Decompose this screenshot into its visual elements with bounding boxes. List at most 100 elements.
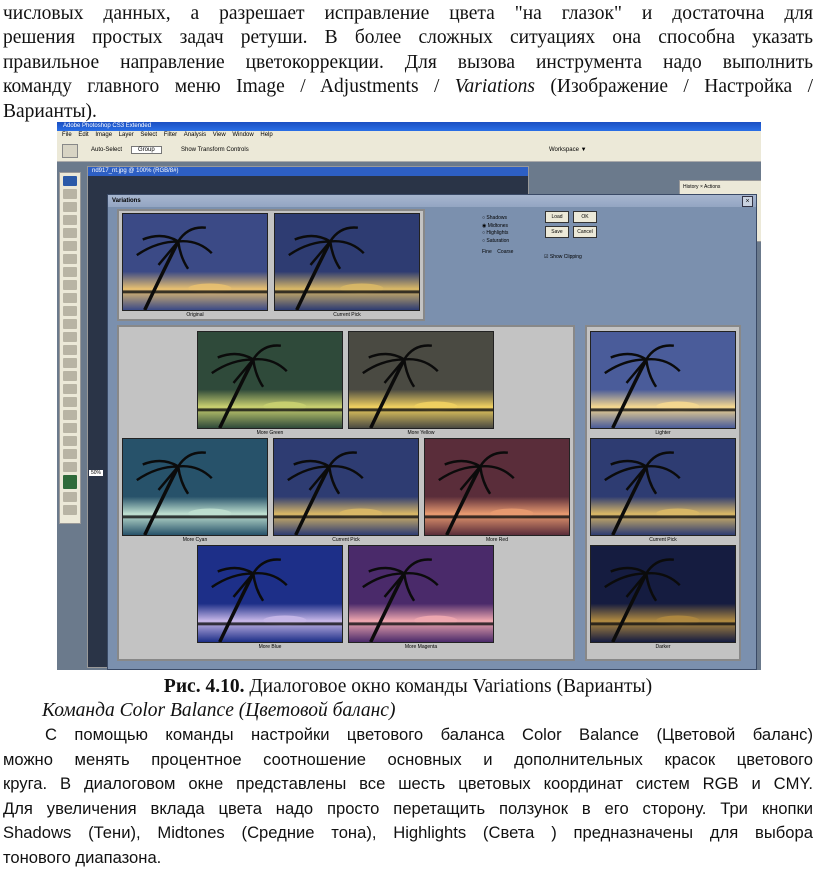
slice-icon[interactable] bbox=[63, 254, 77, 264]
workspace-button[interactable]: Workspace ▼ bbox=[549, 147, 587, 153]
palette-tabs[interactable]: History × Actions bbox=[680, 181, 761, 193]
palm-sunset-image bbox=[591, 332, 735, 428]
crop-icon[interactable] bbox=[63, 241, 77, 251]
move-tool-icon[interactable] bbox=[62, 144, 78, 158]
palm-sunset-image bbox=[275, 214, 419, 310]
variations-dialog: Variations × Original Current Pick ○ Sha… bbox=[107, 194, 757, 670]
lasso-icon[interactable] bbox=[63, 215, 77, 225]
zoom-readout: 50% bbox=[89, 470, 104, 476]
body-line-2: можно менять процентное соотношение осно… bbox=[3, 749, 813, 769]
caption-more-green: More Green bbox=[256, 430, 284, 436]
intro-line-1: числовых данных, а разрешает исправление… bbox=[3, 3, 813, 24]
intro-line-3: правильное направление цветокоррекции. Д… bbox=[3, 51, 813, 73]
palm-sunset-image bbox=[349, 332, 493, 428]
caption-darker: Darker bbox=[655, 644, 671, 650]
auto-select-checkbox[interactable]: Auto-Select bbox=[91, 147, 122, 153]
caption-current-pick-center: Current Pick bbox=[332, 537, 360, 543]
close-icon[interactable]: × bbox=[742, 196, 753, 207]
zoom-icon[interactable] bbox=[63, 462, 77, 472]
intro-line-2: решения простых задач ретуши. В более сл… bbox=[3, 27, 813, 49]
radio-shadows-label: Shadows bbox=[486, 215, 507, 221]
body-line-6: тонового диапазона. bbox=[3, 847, 162, 867]
radio-midtones-label: Midtones bbox=[487, 222, 509, 229]
caption-more-yellow: More Yellow bbox=[407, 430, 435, 436]
menu-image[interactable]: Image bbox=[95, 132, 112, 138]
thumb-lighter bbox=[590, 331, 736, 429]
gradient-icon[interactable] bbox=[63, 332, 77, 342]
thumb-more-yellow bbox=[348, 331, 494, 429]
shape-icon[interactable] bbox=[63, 410, 77, 420]
thumb-more-magenta bbox=[348, 545, 494, 643]
thumb-more-red bbox=[424, 438, 570, 536]
palm-sunset-image bbox=[123, 439, 267, 535]
radio-highlights-label: Highlights bbox=[486, 230, 509, 236]
radio-midtones[interactable]: ◉ Midtones bbox=[482, 223, 513, 231]
quick-mask-icon[interactable] bbox=[63, 492, 77, 502]
type-icon[interactable] bbox=[63, 384, 77, 394]
pen-icon[interactable] bbox=[63, 371, 77, 381]
caption-lighter: Lighter bbox=[655, 430, 671, 436]
show-clipping-checkbox[interactable]: ☑ Show Clipping bbox=[544, 254, 582, 260]
transform-controls-checkbox[interactable]: Show Transform Controls bbox=[181, 147, 249, 153]
stamp-icon[interactable] bbox=[63, 293, 77, 303]
group-select[interactable]: Group bbox=[131, 146, 162, 154]
palm-sunset-image bbox=[349, 546, 493, 642]
caption-current-pick-top: Current Pick bbox=[333, 312, 361, 318]
body-line-3: круга. В диалоговом окне представлены вс… bbox=[3, 774, 813, 794]
app-titlebar: Adobe Photoshop CS3 Extended bbox=[57, 122, 761, 131]
body-line-4: Для увеличения вклада цвета надо просто … bbox=[3, 798, 813, 818]
menu-file[interactable]: File bbox=[62, 132, 72, 138]
move-icon[interactable] bbox=[63, 189, 77, 199]
radio-highlights[interactable]: ○ Highlights bbox=[482, 230, 513, 238]
fine-coarse-slider[interactable]: Fine Coarse bbox=[482, 249, 513, 257]
save-button[interactable]: Save bbox=[545, 226, 569, 238]
cancel-button[interactable]: Cancel bbox=[573, 226, 597, 238]
figure-number: Рис. 4.10. bbox=[163, 676, 245, 697]
menu-layer[interactable]: Layer bbox=[119, 132, 134, 138]
healing-brush-icon[interactable] bbox=[63, 267, 77, 277]
menu-filter[interactable]: Filter bbox=[164, 132, 177, 138]
brush-icon[interactable] bbox=[63, 280, 77, 290]
color-swatch-icon[interactable] bbox=[63, 475, 77, 489]
body-line-1: С помощью команды настройки цветового ба… bbox=[45, 725, 813, 744]
caption-more-magenta: More Magenta bbox=[404, 644, 438, 650]
thumb-current-pick-right bbox=[590, 438, 736, 536]
thumb-current-pick-center bbox=[273, 438, 419, 536]
path-select-icon[interactable] bbox=[63, 397, 77, 407]
caption-more-cyan: More Cyan bbox=[182, 537, 208, 543]
palm-sunset-image bbox=[591, 439, 735, 535]
ok-button[interactable]: OK bbox=[573, 211, 597, 223]
menu-analysis[interactable]: Analysis bbox=[184, 132, 206, 138]
palm-sunset-image bbox=[591, 546, 735, 642]
notes-icon[interactable] bbox=[63, 423, 77, 433]
screen-mode-icon[interactable] bbox=[63, 505, 77, 515]
section-subheading: Команда Color Balance (Цветовой баланс) bbox=[42, 700, 396, 721]
radio-shadows[interactable]: ○ Shadows bbox=[482, 215, 513, 223]
hand-icon[interactable] bbox=[63, 449, 77, 459]
blur-icon[interactable] bbox=[63, 345, 77, 355]
menu-view[interactable]: View bbox=[213, 132, 226, 138]
intro-line-4-start: команду главного меню Image / Adjustment… bbox=[3, 76, 455, 98]
menu-window[interactable]: Window bbox=[232, 132, 253, 138]
magic-wand-icon[interactable] bbox=[63, 228, 77, 238]
intro-paragraph: числовых данных, а разрешает исправление… bbox=[3, 2, 813, 124]
figure-caption: Рис. 4.10. Диалоговое окно команды Varia… bbox=[0, 675, 816, 699]
eraser-icon[interactable] bbox=[63, 319, 77, 329]
eyedropper-icon[interactable] bbox=[63, 436, 77, 446]
menu-edit[interactable]: Edit bbox=[78, 132, 88, 138]
ps-logo-icon bbox=[63, 176, 77, 186]
app-menubar: File Edit Image Layer Select Filter Anal… bbox=[57, 131, 761, 140]
dodge-icon[interactable] bbox=[63, 358, 77, 368]
radio-saturation-label: Saturation bbox=[486, 237, 510, 244]
palm-sunset-image bbox=[123, 214, 267, 310]
radio-saturation[interactable]: ○ Saturation bbox=[482, 238, 513, 246]
figure-caption-text: Диалоговое окно команды Variations (Вари… bbox=[244, 676, 653, 697]
marquee-icon[interactable] bbox=[63, 202, 77, 212]
fine-label: Fine bbox=[482, 249, 492, 255]
intro-line-4-end: (Изображение / Настройка / bbox=[534, 76, 813, 98]
history-brush-icon[interactable] bbox=[63, 306, 77, 316]
menu-help[interactable]: Help bbox=[260, 132, 272, 138]
options-bar: Auto-Select Group Show Transform Control… bbox=[57, 140, 761, 162]
menu-select[interactable]: Select bbox=[140, 132, 157, 138]
load-button[interactable]: Load bbox=[545, 211, 569, 223]
